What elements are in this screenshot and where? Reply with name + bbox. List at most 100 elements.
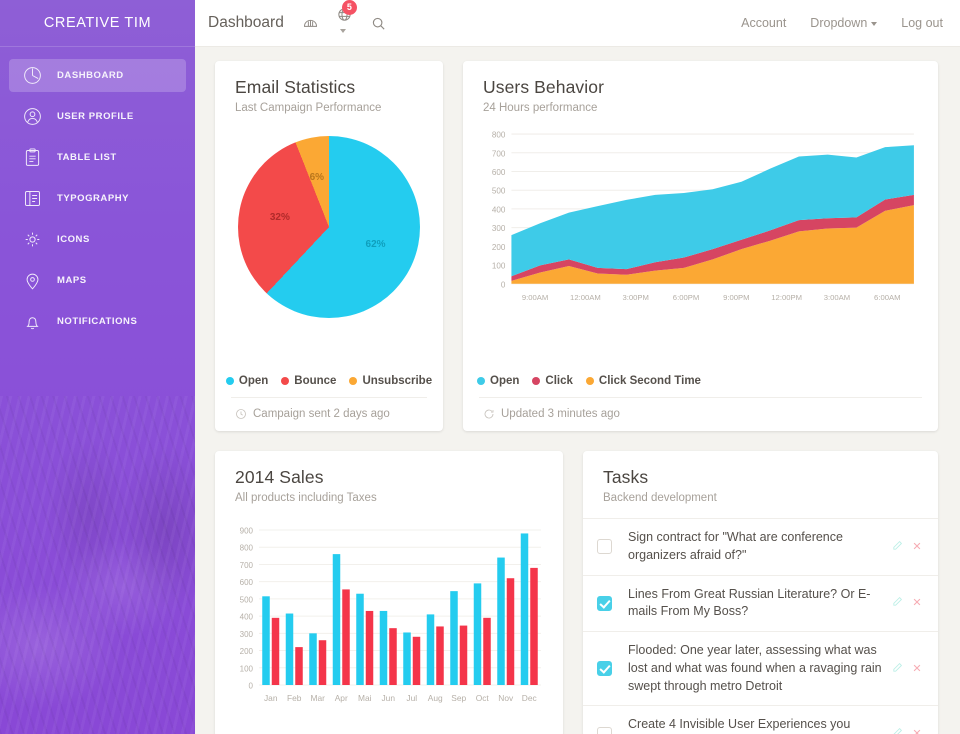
app-root: CREATIVE TIM DASHBOARD USER PROFILE TABL… (0, 0, 960, 734)
card-subtitle: Backend development (603, 492, 717, 504)
legend-item[interactable]: Open (225, 375, 269, 387)
svg-text:9:00PM: 9:00PM (723, 293, 749, 302)
sidebar-item-icons[interactable]: ICONS (9, 223, 186, 256)
brand-logo[interactable]: CREATIVE TIM (0, 0, 195, 47)
card-footer-text: Campaign sent 2 days ago (253, 408, 390, 420)
svg-text:Aug: Aug (428, 693, 443, 703)
sidebar-item-user-profile[interactable]: USER PROFILE (9, 100, 186, 133)
task-checkbox[interactable] (597, 595, 612, 611)
sidebar-item-label: DASHBOARD (57, 70, 124, 81)
svg-text:500: 500 (240, 595, 254, 604)
map-pin-icon (22, 270, 43, 291)
task-list: Sign contract for "What are conference o… (583, 518, 938, 734)
card-title: Email Statistics (235, 77, 356, 97)
clock-icon (236, 409, 246, 419)
logout-link[interactable]: Log out (901, 16, 943, 30)
close-icon[interactable] (912, 594, 922, 612)
svg-text:Jun: Jun (381, 693, 395, 703)
bell-icon (22, 311, 43, 332)
task-row[interactable]: Create 4 Invisible User Experiences you … (583, 705, 938, 734)
svg-text:700: 700 (240, 561, 254, 570)
svg-text:9:00AM: 9:00AM (522, 293, 548, 302)
sidebar-item-dashboard[interactable]: DASHBOARD (9, 59, 186, 92)
topbar: Dashboard 5 Account Dropdown Log out (195, 0, 960, 47)
legend-item[interactable]: Click Second Time (585, 375, 701, 387)
pie-slice-label: 32% (269, 211, 290, 223)
sidebar-item-table-list[interactable]: TABLE LIST (9, 141, 186, 174)
svg-text:400: 400 (240, 613, 254, 622)
edit-icon[interactable] (892, 660, 903, 678)
task-row[interactable]: Flooded: One year later, assessing what … (583, 631, 938, 705)
chevron-down-icon (871, 21, 878, 26)
edit-icon[interactable] (892, 594, 903, 612)
edit-icon[interactable] (892, 538, 903, 556)
close-icon[interactable] (912, 725, 922, 734)
chevron-down-icon[interactable] (339, 29, 346, 34)
content-row-top: Email Statistics Last Campaign Performan… (215, 61, 943, 431)
task-text: Create 4 Invisible User Experiences you … (628, 717, 851, 732)
svg-text:0: 0 (249, 682, 254, 691)
card-title: 2014 Sales (235, 467, 324, 487)
svg-text:500: 500 (492, 187, 506, 196)
search-icon[interactable] (370, 15, 387, 32)
legend-label: Click Second Time (598, 375, 701, 387)
svg-text:600: 600 (240, 578, 254, 587)
task-actions (892, 660, 922, 678)
close-icon[interactable] (912, 538, 922, 556)
svg-text:6:00AM: 6:00AM (874, 293, 900, 302)
task-actions (892, 725, 922, 734)
svg-text:Feb: Feb (287, 693, 302, 703)
content-row-bottom: 2014 Sales All products including Taxes … (215, 451, 943, 734)
task-checkbox[interactable] (597, 539, 612, 555)
dropdown-link[interactable]: Dropdown (810, 16, 878, 30)
notification-globe-icon[interactable]: 5 (336, 0, 357, 41)
sidebar-item-typography[interactable]: TYPOGRAPHY (9, 182, 186, 215)
area-chart: 0 100 200 300 400 500 600 700 800 9:00AM 12:00AM 3:… (463, 114, 938, 310)
page-title: Dashboard (208, 14, 284, 31)
svg-text:Oct: Oct (476, 693, 490, 703)
account-link[interactable]: Account (741, 16, 786, 30)
sidebar-item-label: TYPOGRAPHY (57, 193, 130, 204)
area-legend: Open Click Click Second Time (463, 371, 938, 397)
dashboard-icon (22, 65, 43, 86)
card-subtitle: Last Campaign Performance (235, 102, 382, 114)
svg-text:800: 800 (492, 131, 506, 140)
topbar-icon-group: 5 (302, 0, 387, 41)
svg-text:300: 300 (492, 224, 506, 233)
svg-text:100: 100 (240, 664, 254, 673)
dashboard-grid-icon[interactable] (302, 15, 319, 32)
svg-text:Mar: Mar (311, 693, 326, 703)
legend-item[interactable]: Click (532, 375, 573, 387)
card-header: Tasks Backend development (583, 451, 938, 518)
dropdown-link-label: Dropdown (810, 16, 868, 30)
legend-color-dot (585, 377, 594, 385)
svg-text:3:00PM: 3:00PM (622, 293, 648, 302)
card-header: 2014 Sales All products including Taxes (215, 451, 563, 504)
sidebar-item-label: USER PROFILE (57, 111, 134, 122)
legend-label: Unsubscribe (362, 375, 433, 387)
typography-icon (22, 188, 43, 209)
sidebar-item-notifications[interactable]: NOTIFICATIONS (9, 305, 186, 338)
close-icon[interactable] (912, 660, 922, 678)
task-actions (892, 538, 922, 556)
task-checkbox[interactable] (597, 726, 612, 734)
pie-chart-graphic: 62% 32% 6% (238, 136, 420, 318)
task-checkbox[interactable] (597, 661, 612, 677)
task-actions (892, 594, 922, 612)
edit-icon[interactable] (892, 725, 903, 734)
svg-text:Mai: Mai (358, 693, 372, 703)
legend-item[interactable]: Open (477, 375, 519, 387)
bar-chart-graphic: 0 100 200 300 400 500 600 700 800 900 Jan Feb Mar Apr… (240, 527, 541, 703)
legend-item[interactable]: Unsubscribe (349, 375, 432, 387)
sidebar-item-maps[interactable]: MAPS (9, 264, 186, 297)
legend-label: Open (238, 375, 269, 387)
legend-label: Bounce (294, 375, 337, 387)
svg-text:6:00PM: 6:00PM (673, 293, 699, 302)
svg-text:200: 200 (492, 243, 506, 252)
svg-text:12:00PM: 12:00PM (771, 293, 802, 302)
legend-item[interactable]: Bounce (281, 375, 336, 387)
svg-text:900: 900 (240, 527, 254, 536)
task-row[interactable]: Sign contract for "What are conference o… (583, 518, 938, 575)
card-title: Tasks (603, 467, 649, 487)
task-row[interactable]: Lines From Great Russian Literature? Or … (583, 574, 938, 632)
